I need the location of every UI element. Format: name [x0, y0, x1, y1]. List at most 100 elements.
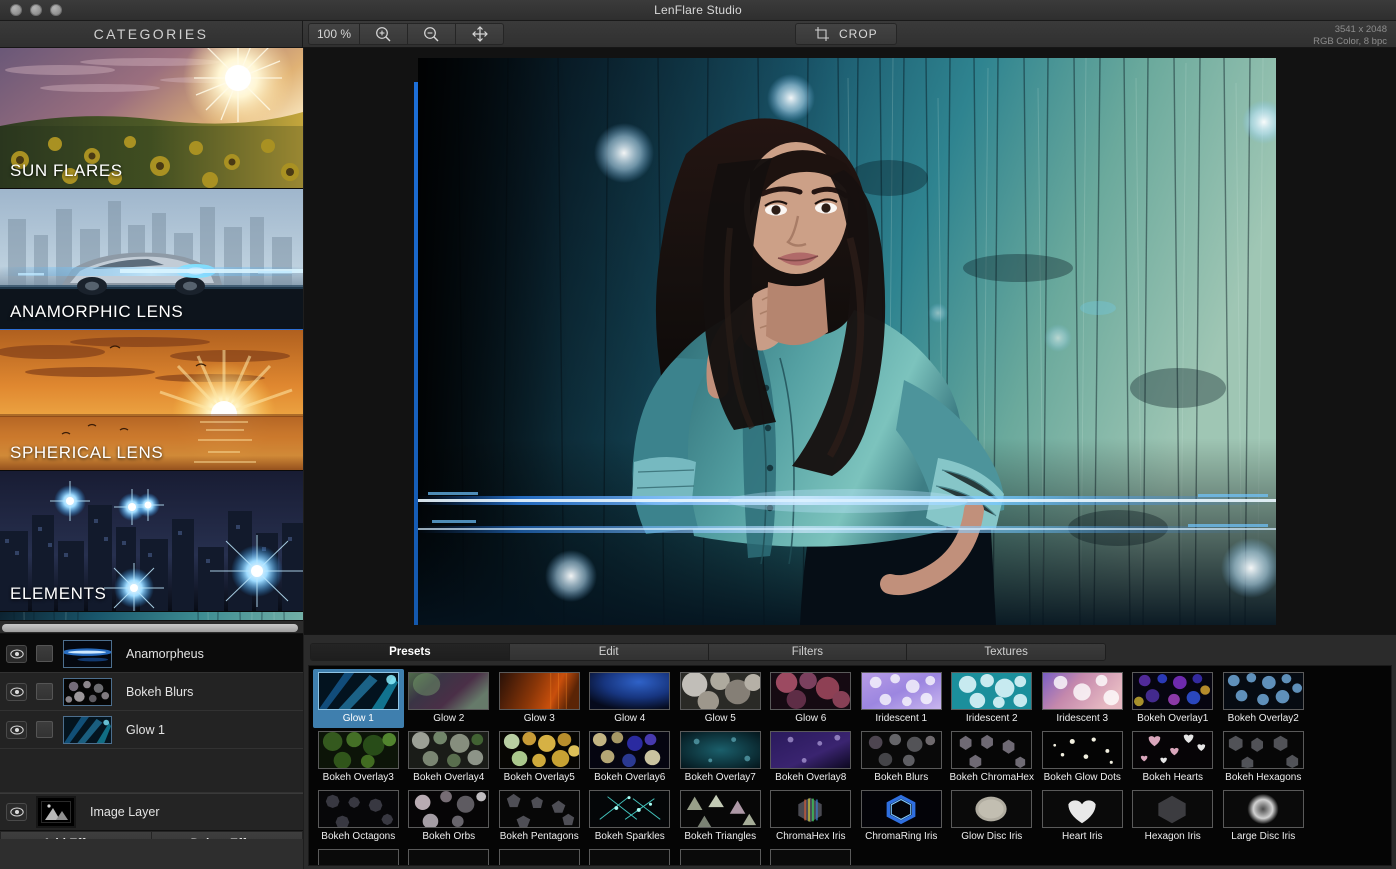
preset-cell[interactable]: Glow 2 [404, 669, 495, 728]
presets-row-partial [313, 846, 1391, 866]
preset-cell[interactable]: Glow 5 [675, 669, 766, 728]
preset-thumbnail [861, 790, 942, 828]
image-layer-row[interactable]: Image Layer [0, 793, 303, 831]
categories-list[interactable]: SUN FLARES [0, 48, 303, 620]
preset-cell[interactable]: Glow 6 [766, 669, 857, 728]
crop-icon [814, 26, 830, 42]
layer-name: Glow 1 [126, 723, 165, 737]
bottom-panel: Presets Edit Filters Textures Glow 1 [304, 634, 1396, 869]
layers-panel: Anamorpheus [0, 634, 303, 839]
preset-label: Glow 5 [705, 712, 736, 725]
preset-thumbnail [1223, 731, 1304, 769]
zoom-level-display[interactable]: 100 % [308, 23, 360, 45]
pan-tool-button[interactable] [456, 23, 504, 45]
image-layer-visibility-toggle[interactable] [6, 803, 27, 821]
preset-thumbnail [408, 849, 489, 866]
preset-cell[interactable]: Bokeh Pentagons [494, 787, 585, 846]
preset-cell[interactable]: Bokeh Orbs [404, 787, 495, 846]
zoom-in-button[interactable] [360, 23, 408, 45]
preset-cell[interactable]: Bokeh Triangles [675, 787, 766, 846]
preset-cell[interactable]: Heart Iris [1037, 787, 1128, 846]
preset-cell[interactable]: Glow 1 [313, 669, 404, 728]
preset-cell[interactable] [585, 846, 676, 866]
preset-cell[interactable] [675, 846, 766, 866]
preset-cell[interactable]: Glow 3 [494, 669, 585, 728]
preset-thumbnail [408, 731, 489, 769]
preset-label: Heart Iris [1062, 830, 1103, 843]
tab-edit[interactable]: Edit [510, 644, 709, 660]
layer-name: Bokeh Blurs [126, 685, 193, 699]
layer-visibility-toggle[interactable] [6, 683, 27, 701]
preset-cell[interactable]: Bokeh Blurs [856, 728, 947, 787]
preset-thumbnail [951, 672, 1032, 710]
category-item-sun-flares[interactable]: SUN FLARES [0, 48, 303, 189]
presets-grid-container[interactable]: Glow 1 Glow 2 Glow 3 [308, 665, 1392, 866]
preset-cell[interactable]: Bokeh Glow Dots [1037, 728, 1128, 787]
preset-cell[interactable]: Iridescent 1 [856, 669, 947, 728]
preset-label: Iridescent 1 [875, 712, 927, 725]
preset-cell[interactable] [404, 846, 495, 866]
preset-cell[interactable]: Bokeh Overlay3 [313, 728, 404, 787]
preset-cell[interactable]: Bokeh Octagons [313, 787, 404, 846]
category-item-anamorphic-lens[interactable]: ANAMORPHIC LENS [0, 189, 303, 330]
panel-tabs[interactable]: Presets Edit Filters Textures [310, 643, 1106, 661]
preset-label: Bokeh Hexagons [1225, 771, 1301, 784]
preset-cell[interactable]: ChromaRing Iris [856, 787, 947, 846]
preset-cell[interactable]: Hexagon Iris [1128, 787, 1219, 846]
preset-thumbnail [318, 672, 399, 710]
image-preview[interactable] [418, 58, 1276, 625]
preset-thumbnail [318, 731, 399, 769]
layer-visibility-toggle[interactable] [6, 721, 27, 739]
preset-cell[interactable]: Bokeh Overlay6 [585, 728, 676, 787]
preset-cell[interactable]: Glow 4 [585, 669, 676, 728]
preset-cell[interactable]: Bokeh ChromaHex [947, 728, 1038, 787]
crop-button[interactable]: CROP [795, 23, 897, 45]
tab-textures[interactable]: Textures [907, 644, 1105, 660]
preset-thumbnail [680, 849, 761, 866]
preset-cell[interactable]: Bokeh Overlay7 [675, 728, 766, 787]
zoom-out-button[interactable] [408, 23, 456, 45]
eye-icon [10, 725, 24, 735]
preset-cell[interactable]: Bokeh Hearts [1128, 728, 1219, 787]
preset-thumbnail [1042, 672, 1123, 710]
scrollbar-thumb[interactable] [2, 624, 298, 632]
preset-thumbnail [770, 672, 851, 710]
preset-cell[interactable] [313, 846, 404, 866]
preset-cell[interactable]: Glow Disc Iris [947, 787, 1038, 846]
preset-cell[interactable]: Bokeh Overlay4 [404, 728, 495, 787]
preset-cell[interactable]: Large Disc Iris [1218, 787, 1309, 846]
tab-filters[interactable]: Filters [709, 644, 908, 660]
layer-visibility-toggle[interactable] [6, 645, 27, 663]
preset-cell[interactable]: Bokeh Overlay1 [1128, 669, 1219, 728]
preset-thumbnail [1132, 672, 1213, 710]
preset-label: Bokeh Overlay1 [1137, 712, 1208, 725]
window-title: LenFlare Studio [0, 3, 1396, 17]
category-item-portrait[interactable] [0, 612, 303, 620]
preset-cell[interactable] [766, 846, 857, 866]
preset-cell[interactable]: ChromaHex Iris [766, 787, 857, 846]
layer-row[interactable]: Anamorpheus [0, 635, 303, 673]
move-arrows-icon [471, 25, 489, 43]
preset-label: Glow 3 [524, 712, 555, 725]
categories-scrollbar[interactable] [0, 620, 303, 634]
presets-row: Bokeh Overlay3 Bokeh Overlay4 Bokeh Over… [313, 728, 1391, 787]
preset-cell[interactable]: Bokeh Sparkles [585, 787, 676, 846]
preset-thumbnail [589, 731, 670, 769]
layer-checkbox[interactable] [36, 683, 53, 700]
layer-checkbox[interactable] [36, 645, 53, 662]
tab-presets[interactable]: Presets [311, 644, 510, 660]
category-item-spherical-lens[interactable]: SPHERICAL LENS [0, 330, 303, 471]
preset-cell[interactable]: Bokeh Hexagons [1218, 728, 1309, 787]
canvas-area[interactable] [304, 48, 1396, 634]
preset-cell[interactable]: Iridescent 3 [1037, 669, 1128, 728]
preset-cell[interactable]: Bokeh Overlay5 [494, 728, 585, 787]
preset-cell[interactable]: Iridescent 2 [947, 669, 1038, 728]
preset-cell[interactable]: Bokeh Overlay2 [1218, 669, 1309, 728]
category-item-elements[interactable]: ELEMENTS [0, 471, 303, 612]
layer-row[interactable]: Glow 1 [0, 711, 303, 749]
preset-thumbnail [1223, 672, 1304, 710]
preset-cell[interactable]: Bokeh Overlay8 [766, 728, 857, 787]
layer-checkbox[interactable] [36, 721, 53, 738]
layer-row[interactable]: Bokeh Blurs [0, 673, 303, 711]
preset-cell[interactable] [494, 846, 585, 866]
